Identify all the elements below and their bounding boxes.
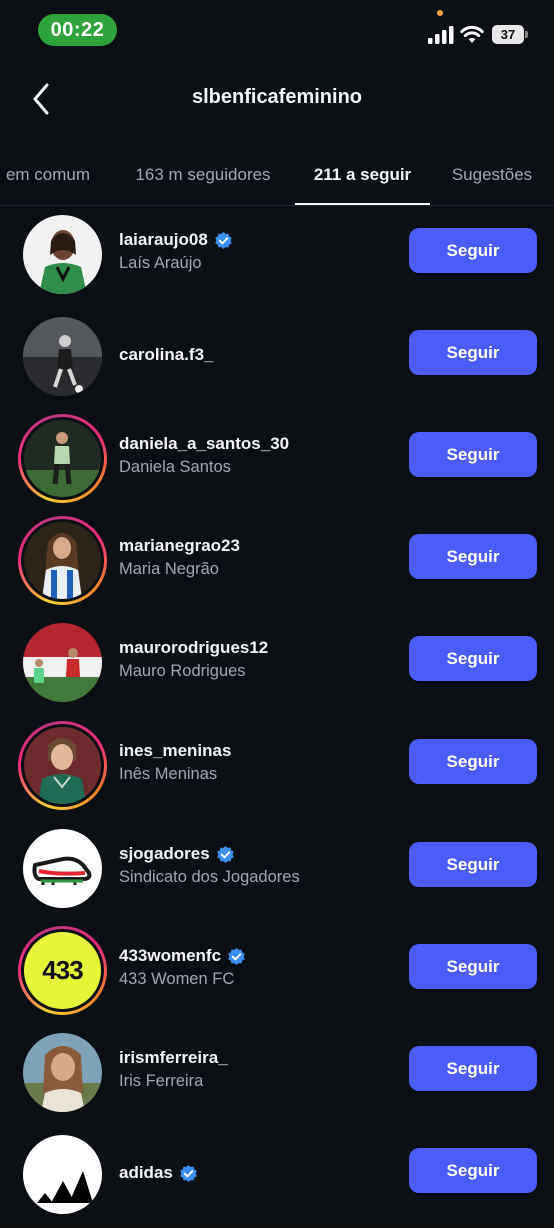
full-name: Laís Araújo: [119, 254, 202, 272]
username[interactable]: laiaraujo08: [119, 230, 208, 250]
follow-button[interactable]: Seguir: [409, 842, 537, 887]
adidas-logo: [37, 1171, 93, 1203]
username[interactable]: 433womenfc: [119, 946, 221, 966]
verified-badge-icon: [216, 845, 234, 863]
list-item[interactable]: ines_meninas Inês Meninas Seguir: [0, 717, 554, 819]
wifi-icon: [460, 25, 484, 43]
verified-badge-icon: [215, 231, 232, 249]
privacy-indicator-dot: [437, 10, 443, 16]
list-item[interactable]: adidas Seguir: [0, 1126, 554, 1228]
username[interactable]: daniela_a_santos_30: [119, 434, 289, 454]
list-item[interactable]: 433 433womenfc 433 Women FC Seguir: [0, 922, 554, 1024]
list-item[interactable]: sjogadores Sindicato dos Jogadores Segui…: [0, 820, 554, 922]
list-item[interactable]: laiaraujo08 Laís Araújo Seguir: [0, 206, 554, 308]
full-name: Maria Negrão: [119, 560, 219, 578]
list-item[interactable]: daniela_a_santos_30 Daniela Santos Segui…: [0, 410, 554, 512]
full-name: 433 Women FC: [119, 970, 235, 988]
full-name: Iris Ferreira: [119, 1072, 204, 1090]
username[interactable]: adidas: [119, 1163, 173, 1183]
avatar[interactable]: [18, 1028, 107, 1117]
follow-button[interactable]: Seguir: [409, 228, 537, 273]
active-tab-indicator: [295, 203, 430, 205]
cellular-signal-icon: [428, 26, 454, 44]
battery-icon: 37: [492, 25, 528, 44]
avatar[interactable]: [18, 824, 107, 913]
tab-suggestions[interactable]: Sugestões: [440, 150, 544, 206]
username[interactable]: sjogadores: [119, 844, 210, 864]
list-item[interactable]: maurorodrigues12 Mauro Rodrigues Seguir: [0, 614, 554, 716]
username[interactable]: carolina.f3_: [119, 345, 214, 365]
tab-bar: em comum 163 m seguidores 211 a seguir S…: [0, 150, 554, 206]
avatar[interactable]: [18, 721, 107, 810]
username[interactable]: maurorodrigues12: [119, 638, 268, 658]
verified-badge-icon: [180, 1164, 197, 1182]
status-bar: 00:22 37: [0, 0, 554, 62]
follow-button[interactable]: Seguir: [409, 944, 537, 989]
follow-button[interactable]: Seguir: [409, 432, 537, 477]
header: slbenficafeminino: [0, 62, 554, 136]
list-item[interactable]: carolina.f3_ Seguir: [0, 308, 554, 410]
avatar[interactable]: [18, 210, 107, 299]
username[interactable]: ines_meninas: [119, 741, 231, 761]
avatar[interactable]: [18, 1130, 107, 1219]
avatar[interactable]: [18, 414, 107, 503]
433-logo: 433: [42, 955, 83, 985]
full-name: Mauro Rodrigues: [119, 662, 246, 680]
avatar[interactable]: [18, 312, 107, 401]
follow-button[interactable]: Seguir: [409, 636, 537, 681]
tab-mutual[interactable]: em comum: [0, 150, 98, 206]
page-title: slbenficafeminino: [191, 86, 363, 108]
avatar[interactable]: [18, 618, 107, 707]
username[interactable]: marianegrao23: [119, 536, 240, 556]
follow-button[interactable]: Seguir: [409, 330, 537, 375]
battery-level: 37: [492, 25, 524, 44]
follow-button[interactable]: Seguir: [409, 1046, 537, 1091]
follow-button[interactable]: Seguir: [409, 1148, 537, 1193]
full-name: Inês Meninas: [119, 765, 218, 783]
football-boot-logo: [32, 856, 92, 885]
list-item[interactable]: marianegrao23 Maria Negrão Seguir: [0, 512, 554, 614]
full-name: Sindicato dos Jogadores: [119, 868, 300, 886]
username[interactable]: irismferreira_: [119, 1048, 228, 1068]
avatar[interactable]: [18, 516, 107, 605]
full-name: Daniela Santos: [119, 458, 231, 476]
follow-button[interactable]: Seguir: [409, 739, 537, 784]
follow-button[interactable]: Seguir: [409, 534, 537, 579]
avatar[interactable]: 433: [18, 926, 107, 1015]
tab-following[interactable]: 211 a seguir: [295, 150, 430, 206]
verified-badge-icon: [228, 947, 245, 965]
list-item[interactable]: irismferreira_ Iris Ferreira Seguir: [0, 1024, 554, 1126]
status-time[interactable]: 00:22: [38, 14, 117, 46]
tab-followers[interactable]: 163 m seguidores: [118, 150, 288, 206]
